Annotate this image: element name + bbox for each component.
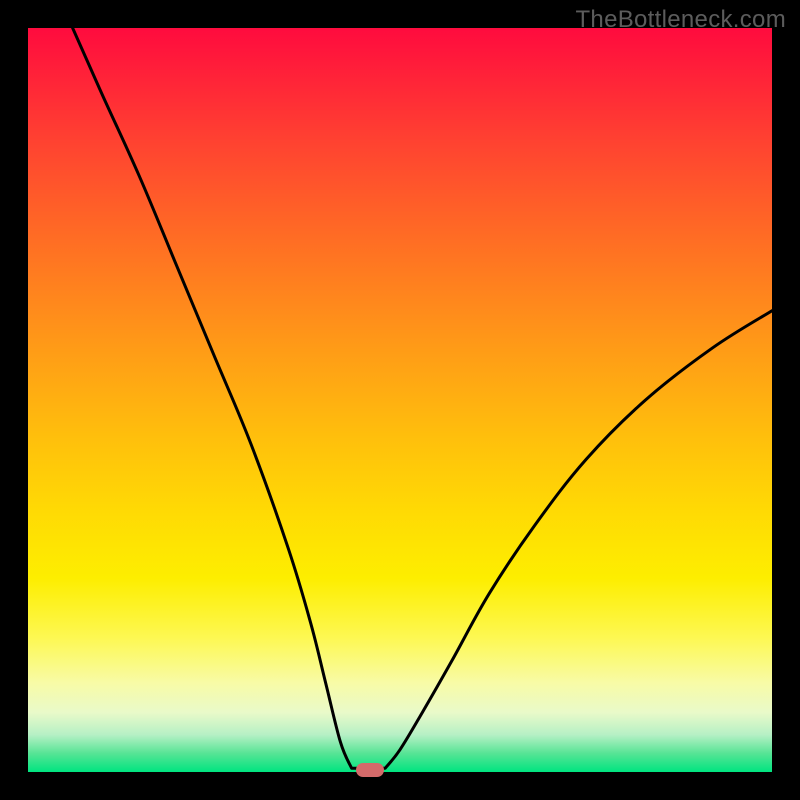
watermark-text: TheBottleneck.com: [575, 6, 786, 34]
bottleneck-curve: [28, 28, 772, 772]
optimal-point-marker: [356, 763, 384, 777]
